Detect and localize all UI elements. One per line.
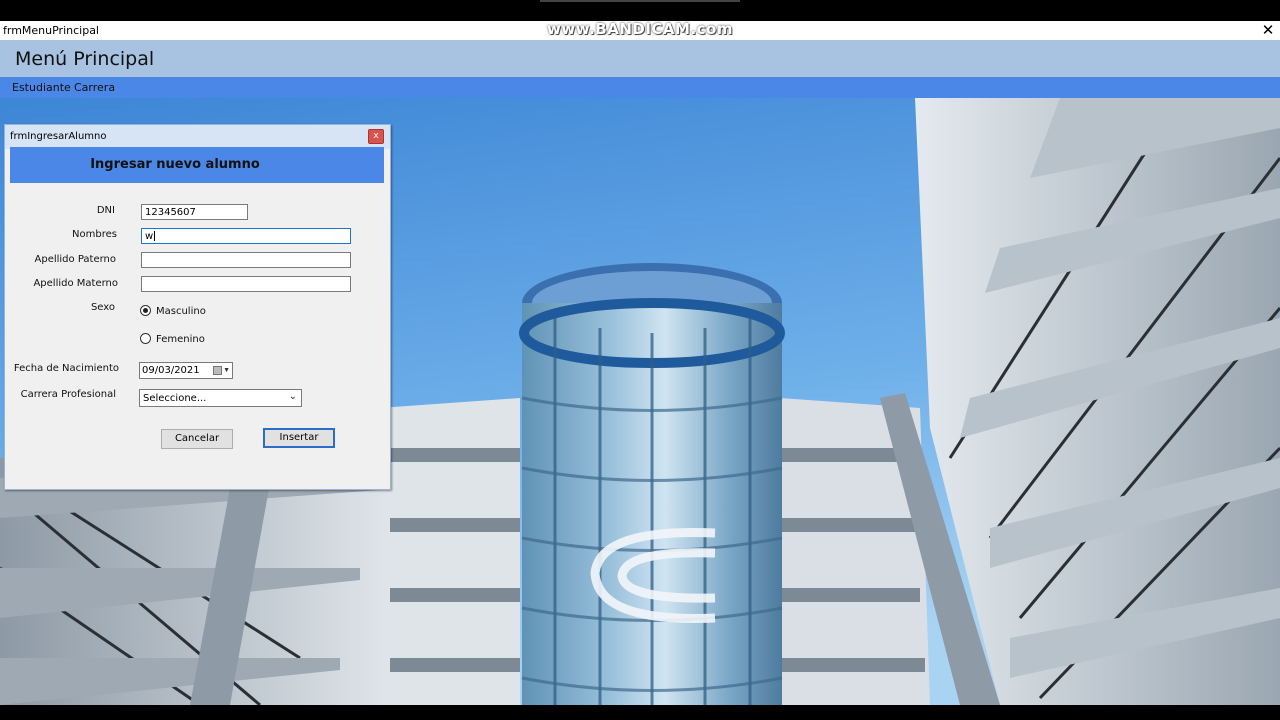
apellido-materno-label: Apellido Materno <box>33 278 118 289</box>
insert-button[interactable]: Insertar <box>263 428 335 448</box>
page-title: Menú Principal <box>15 48 155 70</box>
femenino-radio[interactable] <box>140 333 151 344</box>
fecha-nacimiento-value: 09/03/2021 <box>142 365 200 376</box>
masculino-label[interactable]: Masculino <box>156 306 206 317</box>
recorder-bar <box>540 0 740 2</box>
menu-bar: Estudiante Carrera <box>0 77 1280 98</box>
close-icon[interactable]: ✕ <box>1260 21 1276 40</box>
apellido-paterno-field[interactable] <box>141 252 351 268</box>
fecha-nacimiento-datepicker[interactable]: 09/03/2021 ▼ <box>139 362 233 379</box>
screen-bottom-bar <box>0 705 1280 720</box>
apellido-materno-field[interactable] <box>141 276 351 292</box>
form-window-title: frmIngresarAlumno <box>10 131 107 142</box>
form-titlebar: frmIngresarAlumno x <box>5 125 390 149</box>
fecha-nacimiento-label: Fecha de Nacimiento <box>13 363 119 374</box>
dni-label: DNI <box>96 205 115 216</box>
form-header-title: Ingresar nuevo alumno <box>90 157 260 172</box>
dni-field[interactable]: 12345607 <box>141 204 248 220</box>
calendar-icon[interactable] <box>213 366 222 375</box>
nombres-field[interactable]: w <box>141 228 351 244</box>
form-header: Ingresar nuevo alumno <box>10 147 384 183</box>
main-window-title: frmMenuPrincipal <box>3 24 99 37</box>
ingresar-alumno-form: frmIngresarAlumno x Ingresar nuevo alumn… <box>4 124 391 490</box>
masculino-radio[interactable] <box>140 305 151 316</box>
header-panel: Menú Principal <box>0 40 1280 77</box>
main-window: frmMenuPrincipal ✕ Menú Principal Estudi… <box>0 21 1280 705</box>
sexo-label: Sexo <box>90 302 115 313</box>
nombres-label: Nombres <box>72 229 117 240</box>
menu-item-estudiante[interactable]: Estudiante <box>12 81 71 94</box>
carrera-select[interactable]: Seleccione... ⌄ <box>139 389 302 407</box>
menu-item-carrera[interactable]: Carrera <box>74 81 115 94</box>
screen-top-bar <box>0 0 1280 21</box>
cancel-button[interactable]: Cancelar <box>161 429 233 449</box>
text-caret <box>154 231 156 241</box>
femenino-label[interactable]: Femenino <box>156 334 205 345</box>
chevron-down-icon[interactable]: ⌄ <box>289 391 297 402</box>
close-icon[interactable]: x <box>368 129 384 144</box>
recorder-watermark: www.BANDICAM.com <box>546 20 733 38</box>
carrera-selected-value: Seleccione... <box>143 393 207 404</box>
carrera-label: Carrera Profesional <box>20 389 116 400</box>
apellido-paterno-label: Apellido Paterno <box>34 254 117 265</box>
nombres-value: w <box>145 231 154 242</box>
chevron-down-icon[interactable]: ▼ <box>223 365 230 376</box>
